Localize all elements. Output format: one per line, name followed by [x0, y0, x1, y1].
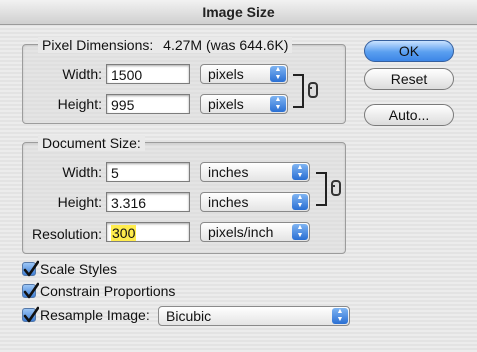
checkmark-icon	[23, 306, 39, 323]
resolution-value: 300	[111, 225, 137, 241]
document-width-unit-value: inches	[208, 164, 249, 180]
scale-styles-checkbox[interactable]	[22, 260, 39, 277]
resolution-unit-select[interactable]: pixels/inch ▲ ▼	[200, 222, 310, 242]
pixel-height-label: Height:	[57, 96, 102, 112]
document-width-unit-select[interactable]: inches ▲ ▼	[200, 162, 310, 182]
pixel-dimensions-size: 4.27M (was 644.6K)	[163, 37, 289, 53]
document-height-unit-value: inches	[208, 194, 249, 210]
document-size-title: Document Size:	[38, 135, 145, 151]
auto-button[interactable]: Auto...	[364, 104, 454, 126]
resolution-field[interactable]: 300	[106, 222, 190, 242]
pixel-dimensions-title: Pixel Dimensions: 4.27M (was 644.6K)	[38, 37, 293, 53]
constrain-proportions-label[interactable]: Constrain Proportions	[40, 283, 175, 299]
resample-method-select[interactable]: Bicubic ▲ ▼	[158, 306, 350, 326]
document-height-unit-select[interactable]: inches ▲ ▼	[200, 192, 310, 212]
pixel-height-unit-value: pixels	[208, 96, 244, 112]
document-width-field[interactable]: 5	[106, 162, 190, 182]
updown-arrows-icon: ▲ ▼	[292, 224, 308, 240]
ok-button[interactable]: OK	[364, 40, 454, 62]
updown-arrows-icon: ▲ ▼	[292, 164, 308, 180]
document-height-label: Height:	[57, 194, 102, 210]
updown-arrows-icon: ▲ ▼	[292, 194, 308, 210]
resolution-label: Resolution:	[31, 226, 102, 242]
window-title: Image Size	[0, 0, 477, 25]
updown-arrows-icon: ▲ ▼	[270, 96, 286, 112]
checkmark-icon	[23, 282, 39, 299]
pixel-link-bracket	[293, 74, 304, 108]
chain-link-icon	[331, 180, 341, 196]
reset-button[interactable]: Reset	[364, 68, 454, 90]
pixel-height-unit-select[interactable]: pixels ▲ ▼	[200, 94, 288, 114]
document-link-bracket	[316, 172, 327, 206]
document-height-field[interactable]: 3.316	[106, 192, 190, 212]
document-width-label: Width:	[62, 164, 102, 180]
pixel-width-unit-select[interactable]: pixels ▲ ▼	[200, 64, 288, 84]
pixel-width-label: Width:	[62, 66, 102, 82]
constrain-proportions-checkbox[interactable]	[22, 282, 39, 299]
updown-arrows-icon: ▲ ▼	[270, 66, 286, 82]
checkmark-icon	[23, 260, 39, 277]
updown-arrows-icon: ▲ ▼	[332, 308, 348, 324]
pixel-width-field[interactable]: 1500	[106, 64, 190, 84]
chain-link-icon	[308, 82, 318, 98]
pixel-width-unit-value: pixels	[208, 66, 244, 82]
resample-image-label[interactable]: Resample Image:	[40, 307, 150, 323]
scale-styles-label[interactable]: Scale Styles	[40, 261, 117, 277]
pixel-height-field[interactable]: 995	[106, 94, 190, 114]
resolution-unit-value: pixels/inch	[208, 224, 274, 240]
resample-method-value: Bicubic	[166, 308, 212, 324]
resample-image-checkbox[interactable]	[22, 306, 39, 323]
